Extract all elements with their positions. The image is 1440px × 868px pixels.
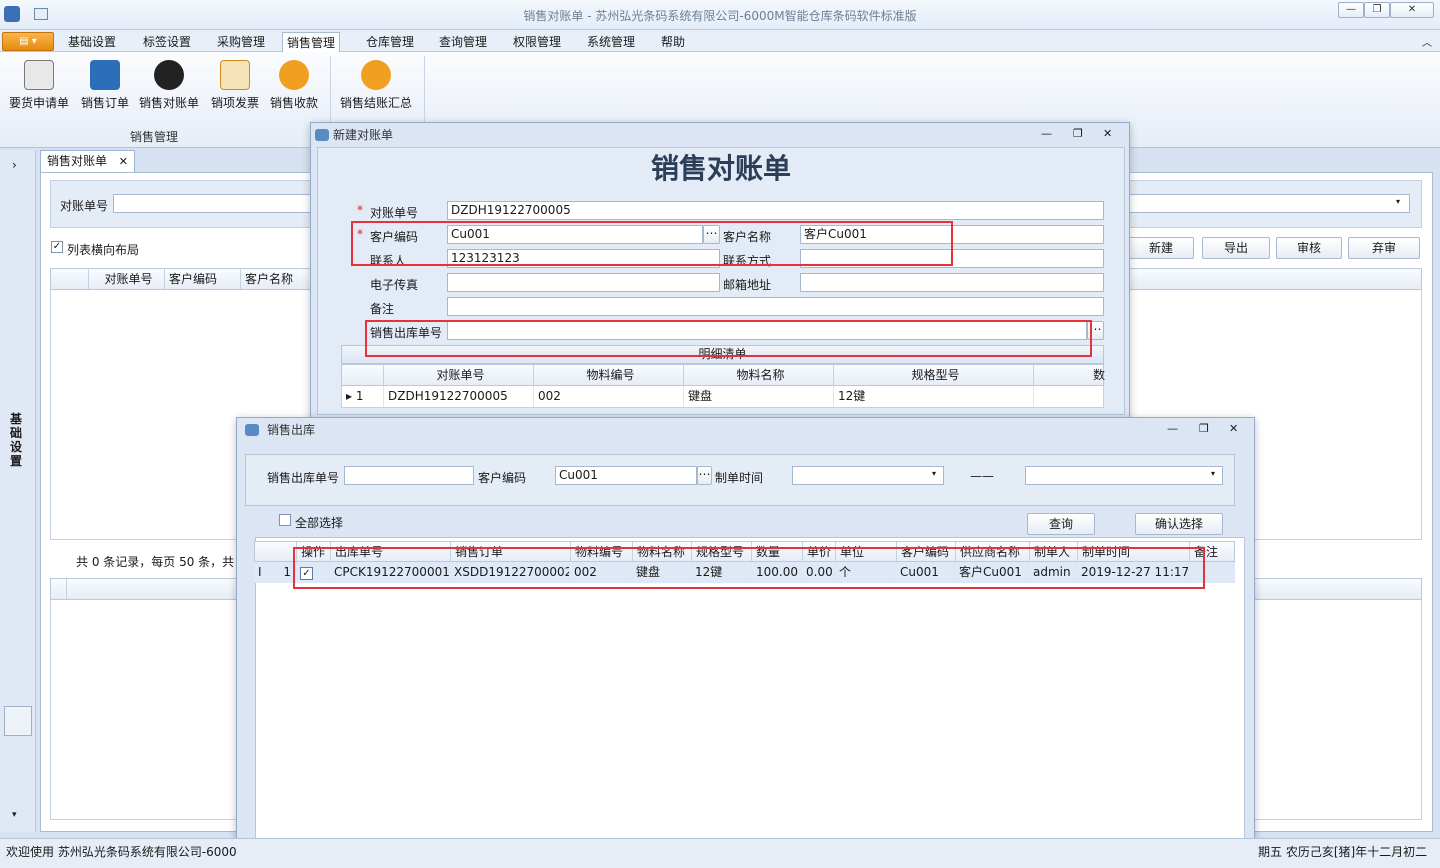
dropdown-arrow-icon[interactable]: ▾ [932, 469, 936, 478]
dialog-title: 新建对账单 [333, 128, 394, 142]
maximize-button[interactable]: ❐ [1364, 2, 1390, 18]
new-button[interactable]: 新建 [1128, 237, 1194, 259]
date-range-dash: —— [970, 469, 994, 483]
email-field[interactable] [800, 273, 1104, 292]
column-header[interactable]: 规格型号 [834, 365, 1034, 385]
status-date: 期五 农历己亥[猪]年十二月初二 [1258, 845, 1428, 859]
export-button[interactable]: 导出 [1202, 237, 1270, 259]
customer-code-label: 客户编码 [478, 471, 527, 485]
create-time-label: 制单时间 [715, 471, 764, 485]
confirm-selection-button[interactable]: 确认选择 [1135, 513, 1223, 535]
form-heading: 销售对账单 [650, 152, 791, 185]
email-label: 邮箱地址 [723, 278, 772, 292]
fax-label: 电子传真 [370, 278, 419, 292]
ribbon-group-label: 销售管理 [130, 130, 179, 144]
remark-field[interactable] [447, 297, 1104, 316]
minimize-icon[interactable]: — [1167, 422, 1178, 435]
column-header[interactable]: 客户编码 [165, 269, 241, 289]
tab-sales-statement[interactable]: 销售对账单 ✕ [40, 150, 135, 173]
filter-label: 对账单号 [60, 199, 109, 213]
unaudit-button[interactable]: 弃审 [1348, 237, 1420, 259]
paging-text: 共 0 条记录，每页 50 条，共 [76, 555, 235, 569]
menu-purchase[interactable]: 采购管理 [213, 32, 269, 52]
maximize-icon[interactable]: ❐ [1073, 127, 1083, 140]
document-icon [154, 60, 184, 90]
side-panel: › 基础设置 ▾ [0, 150, 36, 832]
select-all-label: 全部选择 [295, 516, 344, 530]
column-header[interactable]: 数 [1034, 365, 1105, 385]
expand-panel-icon[interactable]: › [12, 158, 17, 172]
invoice-icon [220, 60, 250, 90]
horizontal-layout-label: 列表横向布局 [67, 243, 140, 257]
close-icon[interactable]: ✕ [1229, 422, 1238, 435]
close-button[interactable]: ✕ [1390, 2, 1434, 18]
menu-permissions[interactable]: 权限管理 [509, 32, 565, 52]
menu-system[interactable]: 系统管理 [583, 32, 639, 52]
status-bar: 欢迎使用 苏州弘光条码系统有限公司-6000 期五 农历己亥[猪]年十二月初二 [0, 838, 1440, 868]
fax-field[interactable] [447, 273, 720, 292]
menu-help[interactable]: 帮助 [657, 32, 689, 52]
highlight-box [351, 221, 953, 266]
column-header[interactable]: 对账单号 [89, 269, 165, 289]
column-header[interactable]: 客户名称 [241, 269, 317, 289]
table-row[interactable]: ▸ 1 DZDH19122700005 002 键盘 12键 [341, 386, 1104, 408]
end-date-picker[interactable] [1025, 466, 1223, 485]
requisition-button[interactable]: 要货申请单 [6, 58, 72, 116]
window-title: 销售对账单 - 苏州弘光条码系统有限公司-6000M智能仓库条码软件标准版 [523, 9, 917, 23]
statement-no-label: 对账单号 [370, 206, 419, 220]
menu-query[interactable]: 查询管理 [435, 32, 491, 52]
highlight-box [293, 547, 1205, 589]
remark-label: 备注 [370, 302, 395, 316]
app-menu-button[interactable]: ▤ ▾ [2, 32, 54, 51]
dropdown-arrow-icon[interactable]: ▾ [1211, 469, 1215, 478]
outbound-no-label: 销售出库单号 [267, 471, 340, 485]
order-icon [90, 60, 120, 90]
menu-label-settings[interactable]: 标签设置 [139, 32, 195, 52]
menu-basic-settings[interactable]: 基础设置 [64, 32, 120, 52]
settlement-summary-button[interactable]: 销售结账汇总 [336, 58, 416, 116]
status-welcome: 欢迎使用 苏州弘光条码系统有限公司-6000 [6, 845, 237, 859]
invoice-button[interactable]: 销项发票 [202, 58, 268, 116]
close-icon[interactable]: ✕ [1103, 127, 1112, 140]
clipboard-icon [24, 60, 54, 90]
required-mark: * [357, 203, 363, 217]
statement-no-field[interactable]: DZDH19122700005 [447, 201, 1104, 220]
dialog-icon [245, 424, 259, 436]
outbound-no-input[interactable] [344, 466, 474, 485]
minimize-button[interactable]: — [1338, 2, 1364, 18]
dialog-icon [315, 129, 329, 141]
customer-lookup-button[interactable]: ⋯ [697, 466, 712, 485]
tab-close-icon[interactable]: ✕ [119, 151, 128, 172]
scroll-down-icon[interactable]: ▾ [12, 810, 17, 820]
menu-sales[interactable]: 销售管理 [282, 32, 341, 52]
menu-warehouse[interactable]: 仓库管理 [362, 32, 418, 52]
audit-button[interactable]: 审核 [1276, 237, 1342, 259]
column-header[interactable]: 对账单号 [384, 365, 534, 385]
payment-icon [279, 60, 309, 90]
collapse-ribbon-icon[interactable]: ︿ [1422, 34, 1432, 49]
dropdown-arrow-icon[interactable]: ▾ [1396, 197, 1400, 206]
side-thumb[interactable] [4, 706, 32, 736]
side-label[interactable]: 基础设置 [10, 412, 28, 468]
maximize-icon[interactable]: ❐ [1199, 422, 1209, 435]
start-date-picker[interactable] [792, 466, 944, 485]
summary-icon [361, 60, 391, 90]
highlight-box [365, 320, 1092, 357]
minimize-icon[interactable]: — [1041, 127, 1052, 140]
column-header[interactable]: 物料编号 [534, 365, 684, 385]
query-button[interactable]: 查询 [1027, 513, 1095, 535]
select-all-checkbox[interactable] [279, 514, 291, 526]
sales-statement-button[interactable]: 销售对账单 [136, 58, 202, 116]
title-bar: 销售对账单 - 苏州弘光条码系统有限公司-6000M智能仓库条码软件标准版 — … [0, 0, 1440, 30]
column-header[interactable]: 物料名称 [684, 365, 834, 385]
horizontal-layout-checkbox[interactable]: ✓ [51, 241, 63, 253]
receipt-button[interactable]: 销售收款 [261, 58, 327, 116]
dialog-title: 销售出库 [267, 423, 316, 437]
customer-code-input[interactable]: Cu001 [555, 466, 697, 485]
detail-header: 对账单号 物料编号 物料名称 规格型号 数 [341, 364, 1105, 386]
sales-order-button[interactable]: 销售订单 [72, 58, 138, 116]
